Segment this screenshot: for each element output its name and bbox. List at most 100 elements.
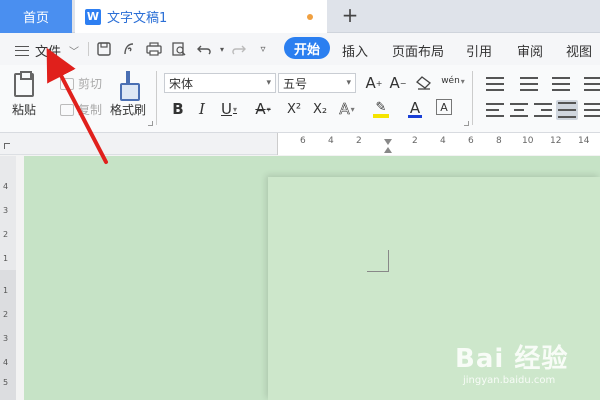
chevron-down-icon: ▾ — [266, 104, 271, 114]
tab-stop-selector[interactable] — [4, 143, 10, 149]
ruler-tick: 12 — [550, 136, 562, 146]
clear-format-icon[interactable] — [414, 73, 434, 93]
subscript-label: X₂ — [312, 101, 328, 117]
divider — [472, 71, 473, 125]
distributed-align-icon[interactable] — [584, 103, 600, 117]
ruler-tick: 2 — [3, 230, 9, 239]
ruler-tick: 8 — [496, 136, 502, 146]
bold-button[interactable]: B — [168, 99, 188, 119]
chevron-down-icon: ▾ — [346, 78, 351, 88]
tab-start[interactable]: 开始 — [284, 37, 331, 59]
menu-bar: 文件 ﹀ ▾ ▿ 开始 插入 页面布局 引用 审阅 视图 — [0, 33, 600, 65]
font-color-swatch — [408, 114, 422, 118]
tab-insert[interactable]: 插入 — [342, 41, 368, 60]
increase-indent-icon[interactable] — [584, 77, 600, 91]
format-painter-button[interactable]: 格式刷 — [110, 71, 146, 118]
ribbon: 粘贴 剪切 复制 格式刷 宋体 ▾ 五号 ▾ A + A − wén ▾ B I U ▾… — [0, 65, 600, 133]
tab-view[interactable]: 视图 — [566, 41, 592, 60]
print-icon[interactable] — [145, 40, 163, 58]
tab-start-label: 开始 — [294, 42, 321, 58]
subscript-button[interactable]: X₂ — [310, 99, 330, 119]
highlight-swatch — [373, 113, 389, 118]
font-color-button[interactable]: A — [402, 99, 428, 119]
chevron-down-icon: ▾ — [460, 76, 465, 86]
highlight-button[interactable]: ✎ — [368, 99, 394, 119]
output-pdf-icon[interactable] — [120, 40, 138, 58]
ruler-tick: 1 — [3, 254, 9, 263]
ruler-tick: 1 — [3, 286, 9, 295]
clipboard-launcher-icon[interactable] — [148, 121, 153, 126]
copy-icon — [60, 103, 74, 116]
font-color-label: A — [409, 98, 421, 117]
tab-review-label: 审阅 — [517, 45, 544, 60]
font-name-value: 宋体 — [169, 76, 194, 91]
paste-button[interactable]: 粘贴 — [12, 71, 37, 118]
paste-label: 粘贴 — [12, 103, 37, 117]
underline-label: U — [221, 100, 232, 118]
phonetic-guide-button[interactable]: wén ▾ — [440, 71, 466, 91]
align-right-icon[interactable] — [534, 103, 552, 117]
shrink-font-icon[interactable]: A − — [388, 73, 408, 93]
ruler-tick: 4 — [328, 136, 334, 146]
new-tab-button[interactable]: + — [339, 3, 361, 27]
tab-insert-label: 插入 — [342, 45, 369, 60]
vertical-ruler[interactable]: 4 3 2 1 1 2 3 4 5 — [0, 156, 16, 400]
ruler-tick: 10 — [522, 136, 534, 146]
tab-document-label: 文字文稿1 — [107, 11, 168, 26]
font-launcher-icon[interactable] — [464, 121, 469, 126]
strikethrough-label: A — [255, 100, 266, 118]
highlighter-icon: ✎ — [375, 99, 387, 115]
underline-button[interactable]: U ▾ — [216, 99, 242, 119]
font-size-select[interactable]: 五号 ▾ — [278, 73, 356, 93]
ruler-tick: 5 — [3, 378, 9, 387]
numbered-list-icon[interactable] — [520, 77, 538, 91]
justify-icon[interactable] — [556, 100, 578, 120]
watermark-url: jingyan.baidu.com — [463, 375, 556, 386]
tab-review[interactable]: 审阅 — [517, 41, 543, 60]
font-size-value: 五号 — [283, 76, 308, 91]
undo-icon[interactable] — [196, 40, 214, 58]
writer-icon: W — [85, 8, 101, 25]
ruler-tick: 4 — [3, 182, 9, 191]
tab-references[interactable]: 引用 — [466, 41, 492, 60]
file-menu-button[interactable]: 文件 ﹀ — [15, 41, 79, 60]
divider — [156, 71, 157, 125]
ruler-tick: 2 — [356, 136, 362, 146]
margin-corner-mark — [367, 250, 389, 272]
customize-toolbar-icon[interactable]: ▿ — [254, 40, 272, 58]
horizontal-ruler[interactable]: 6 4 2 2 4 6 8 10 12 14 — [0, 133, 600, 155]
ruler-tick: 6 — [300, 136, 306, 146]
font-name-select[interactable]: 宋体 ▾ — [164, 73, 276, 93]
strikethrough-button[interactable]: A ▾ — [250, 99, 276, 119]
scissors-icon — [60, 77, 74, 90]
superscript-button[interactable]: X² — [284, 99, 304, 119]
format-painter-label: 格式刷 — [110, 103, 147, 117]
grow-font-icon[interactable]: A + — [364, 73, 384, 93]
char-border-button[interactable]: A — [436, 99, 452, 115]
copy-button[interactable]: 复制 — [60, 101, 102, 118]
chevron-down-icon: ﹀ — [69, 47, 80, 58]
redo-icon[interactable] — [229, 40, 247, 58]
align-left-icon[interactable] — [486, 103, 504, 117]
print-preview-icon[interactable] — [170, 40, 188, 58]
tab-document[interactable]: W 文字文稿1 — [75, 0, 327, 33]
tab-home[interactable]: 首页 — [0, 0, 72, 33]
chevron-down-icon: ▾ — [350, 104, 355, 114]
indent-marker[interactable] — [384, 139, 392, 155]
superscript-label: X² — [286, 101, 302, 117]
italic-button[interactable]: I — [192, 99, 212, 119]
tab-page-layout[interactable]: 页面布局 — [392, 41, 444, 60]
paintbrush-icon — [120, 71, 140, 101]
ruler-tick: 4 — [3, 358, 9, 367]
phonetic-label: wén — [441, 76, 460, 86]
chevron-down-icon: ▾ — [232, 104, 237, 114]
divider — [88, 42, 89, 56]
align-center-icon[interactable] — [510, 103, 528, 117]
cut-button[interactable]: 剪切 — [60, 75, 102, 92]
decrease-indent-icon[interactable] — [552, 77, 570, 91]
text-effect-label: A — [339, 100, 350, 119]
ruler-tick: 6 — [468, 136, 474, 146]
text-effect-button[interactable]: A ▾ — [334, 99, 360, 119]
save-icon[interactable] — [95, 40, 113, 58]
bullet-list-icon[interactable] — [486, 77, 504, 91]
